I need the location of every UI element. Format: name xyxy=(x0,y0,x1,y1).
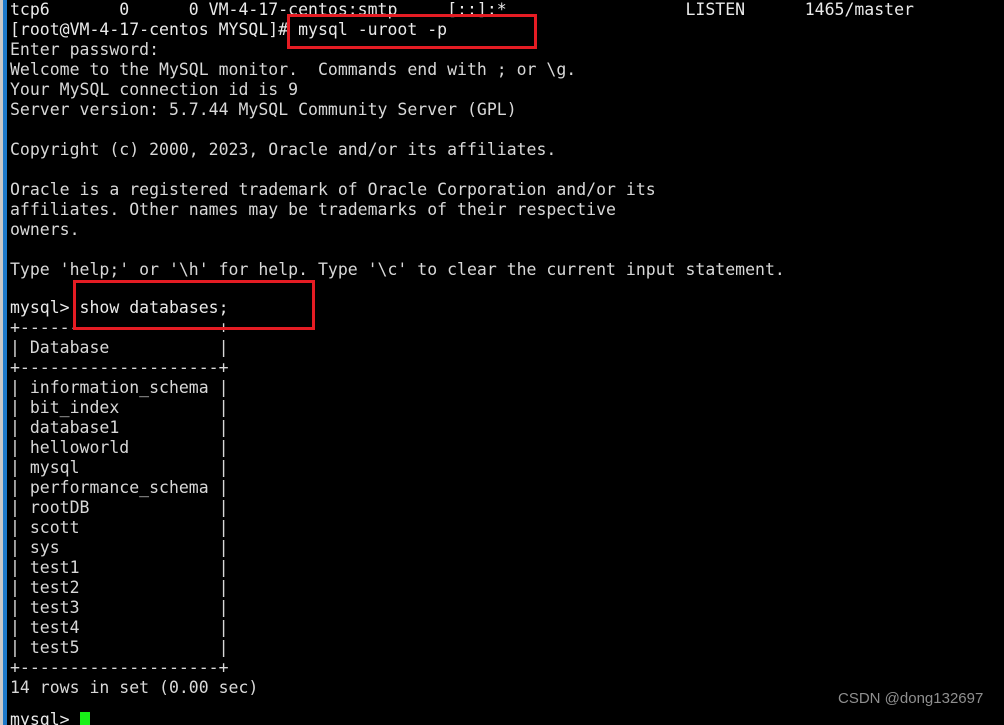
output-line: Enter password: xyxy=(10,40,160,59)
mysql-query: show databases; xyxy=(79,298,229,317)
trailing-mysql-prompt: mysql> xyxy=(10,710,80,725)
output-line: Your MySQL connection id is 9 xyxy=(10,80,299,99)
table-top-border: +--------------------+ xyxy=(10,318,229,337)
table-bottom-border: +--------------------+ xyxy=(10,658,229,677)
table-row: | rootDB | xyxy=(10,498,229,517)
terminal-body[interactable]: tcp6 0 0 VM-4-17-centos:smtp [::]:* LIST… xyxy=(7,0,1004,725)
table-row: | performance_schema | xyxy=(10,478,229,497)
mysql-prompt: mysql> xyxy=(10,298,80,317)
text-cursor xyxy=(80,712,90,725)
table-row: | bit_index | xyxy=(10,398,229,417)
mysql-prompt-line[interactable]: mysql> show databases; xyxy=(10,298,229,318)
output-line: Server version: 5.7.44 MySQL Community S… xyxy=(10,100,517,119)
output-line: Oracle is a registered trademark of Orac… xyxy=(10,180,656,199)
table-row: | scott | xyxy=(10,518,229,537)
table-row: | information_schema | xyxy=(10,378,229,397)
result-status-line: 14 rows in set (0.00 sec) xyxy=(10,678,259,697)
table-row: | test4 | xyxy=(10,618,229,637)
table-row: | test3 | xyxy=(10,598,229,617)
table-header-row: | Database | xyxy=(10,338,229,357)
terminal-screenshot: tcp6 0 0 VM-4-17-centos:smtp [::]:* LIST… xyxy=(0,0,1004,725)
table-row: | helloworld | xyxy=(10,438,229,457)
output-line: Welcome to the MySQL monitor. Commands e… xyxy=(10,60,577,79)
output-line: owners. xyxy=(10,220,80,239)
output-line: Copyright (c) 2000, 2023, Oracle and/or … xyxy=(10,140,557,159)
shell-prompt-line[interactable]: [root@VM-4-17-centos MYSQL]# mysql -uroo… xyxy=(10,20,447,40)
table-row: | test1 | xyxy=(10,558,229,577)
netstat-line: tcp6 0 0 VM-4-17-centos:smtp [::]:* LIST… xyxy=(10,0,914,19)
csdn-watermark: CSDN @dong132697 xyxy=(838,690,984,707)
table-row: | test2 | xyxy=(10,578,229,597)
table-row: | test5 | xyxy=(10,638,229,657)
shell-prompt: [root@VM-4-17-centos MYSQL]# xyxy=(10,20,299,39)
table-row: | sys | xyxy=(10,538,229,557)
output-line: affiliates. Other names may be trademark… xyxy=(10,200,616,219)
output-line: Type 'help;' or '\h' for help. Type '\c'… xyxy=(10,260,785,279)
table-row: | database1 | xyxy=(10,418,229,437)
table-row: | mysql | xyxy=(10,458,229,477)
shell-command: mysql -uroot -p xyxy=(298,20,448,39)
table-separator: +--------------------+ xyxy=(10,358,229,377)
